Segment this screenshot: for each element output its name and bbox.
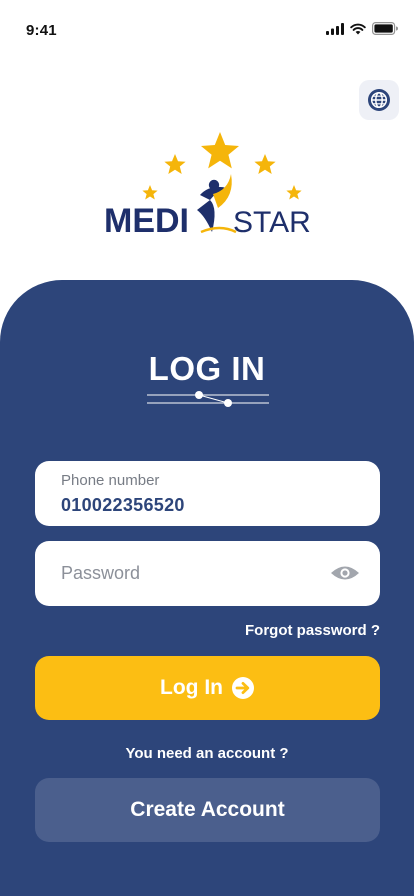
globe-icon: [368, 89, 390, 111]
arrow-right-circle-icon: [231, 677, 254, 699]
eye-icon[interactable]: [330, 563, 360, 583]
logo-text-stars: STARS: [233, 206, 310, 239]
phone-field[interactable]: Phone number 010022356520: [35, 461, 380, 526]
title-divider-decoration: [147, 391, 269, 407]
logo-star-far-right: [286, 185, 302, 200]
logo-text-medi: MEDI: [104, 202, 189, 240]
wifi-icon: [350, 23, 366, 34]
need-account-text: You need an account ?: [125, 745, 289, 762]
login-button-label: Log In: [160, 676, 223, 699]
status-icons: [326, 22, 398, 35]
battery-icon: [372, 22, 398, 35]
phone-label: Phone number: [61, 472, 160, 489]
login-button[interactable]: Log In: [35, 656, 380, 720]
create-account-button[interactable]: Create Account: [35, 778, 380, 842]
phone-input[interactable]: 010022356520: [61, 495, 185, 516]
page-title: LOG IN: [148, 350, 266, 387]
create-account-label: Create Account: [130, 798, 285, 821]
logo-star-far-left: [142, 185, 158, 200]
password-input[interactable]: [61, 541, 331, 606]
status-bar: 9:41: [0, 0, 414, 56]
language-button[interactable]: [359, 80, 399, 120]
password-field[interactable]: [35, 541, 380, 606]
logo-star-left: [164, 154, 186, 174]
logo-star-right: [254, 154, 276, 174]
signal-icon: [326, 22, 344, 35]
status-time: 9:41: [26, 22, 57, 39]
app-logo: MEDI STARS: [100, 128, 331, 240]
logo-star-center: [200, 132, 239, 169]
forgot-password-link[interactable]: Forgot password ?: [245, 622, 380, 639]
